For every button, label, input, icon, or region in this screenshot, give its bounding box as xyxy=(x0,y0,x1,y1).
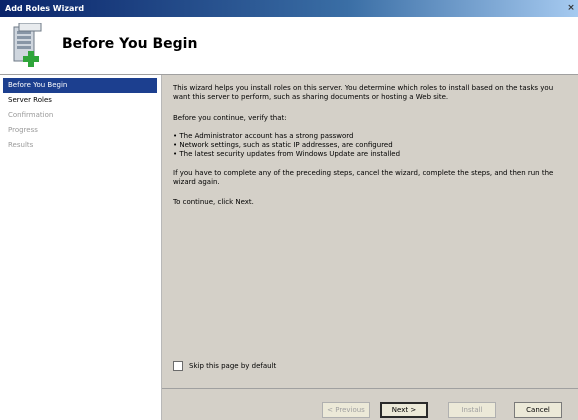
cancel-note-text: If you have to complete any of the prece… xyxy=(173,169,554,186)
list-item: • Network settings, such as static IP ad… xyxy=(173,141,393,149)
prerequisites-list: • The Administrator account has a strong… xyxy=(173,132,568,159)
nav-item-progress: Progress xyxy=(8,126,38,134)
continue-note-text: To continue, click Next. xyxy=(173,198,254,206)
wizard-nav: Before You Begin Server Roles Confirmati… xyxy=(0,75,162,420)
server-roles-icon xyxy=(13,23,42,67)
wizard-header: Before You Begin xyxy=(0,17,578,75)
nav-item-confirmation: Confirmation xyxy=(8,111,54,119)
page-title: Before You Begin xyxy=(62,36,198,52)
title-bar: Add Roles Wizard × xyxy=(0,0,578,17)
cancel-button[interactable]: Cancel xyxy=(514,402,562,418)
install-button[interactable]: Install xyxy=(448,402,496,418)
close-icon[interactable]: × xyxy=(566,2,576,14)
content-panel: This wizard helps you install roles on t… xyxy=(162,75,578,388)
checkbox-box[interactable] xyxy=(173,361,183,371)
list-item: • The latest security updates from Windo… xyxy=(173,150,401,158)
window-title: Add Roles Wizard xyxy=(5,4,85,13)
list-item: • The Administrator account has a strong… xyxy=(173,132,354,140)
nav-item-before-you-begin[interactable]: Before You Begin xyxy=(3,78,157,93)
nav-item-results: Results xyxy=(8,141,34,149)
verify-text: Before you continue, verify that: xyxy=(173,114,287,122)
nav-item-server-roles[interactable]: Server Roles xyxy=(3,93,157,108)
intro-text: This wizard helps you install roles on t… xyxy=(173,84,554,101)
skip-page-label: Skip this page by default xyxy=(189,362,277,370)
button-bar: < Previous Next > Install Cancel xyxy=(162,388,578,420)
skip-page-checkbox[interactable]: Skip this page by default xyxy=(173,361,276,372)
next-button[interactable]: Next > xyxy=(380,402,428,418)
previous-button[interactable]: < Previous xyxy=(322,402,370,418)
